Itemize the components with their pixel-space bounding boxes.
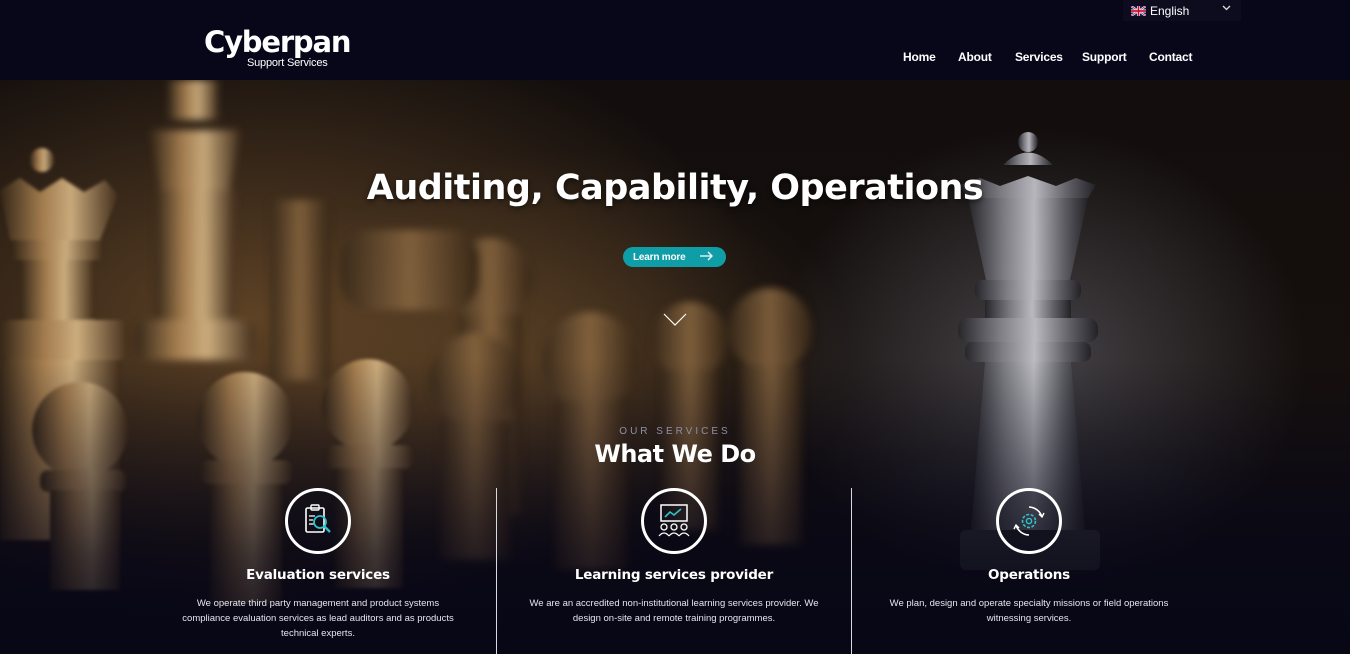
service-description: We plan, design and operate specialty mi…	[889, 598, 1169, 624]
site-logo[interactable]: Cyberpan Support Services	[204, 25, 351, 72]
chevron-down-icon	[1222, 3, 1231, 14]
services-eyebrow: OUR SERVICES	[619, 426, 731, 437]
service-description: We operate third party management and pr…	[182, 598, 454, 639]
scroll-down-chevron-icon[interactable]	[663, 313, 687, 332]
service-description: We are an accredited non-institutional l…	[529, 598, 819, 624]
services-title: What We Do	[594, 440, 756, 468]
service-card-evaluation: Evaluation services We operate third par…	[168, 488, 468, 641]
language-selector[interactable]: English	[1123, 0, 1241, 21]
learn-more-label: Learn more	[633, 251, 686, 263]
training-presentation-icon	[641, 488, 707, 554]
column-divider	[496, 488, 497, 654]
language-label: English	[1150, 3, 1190, 18]
nav-services[interactable]: Services	[1015, 50, 1063, 64]
arrow-right-icon	[699, 250, 714, 265]
hero-headline: Auditing, Capability, Operations	[366, 168, 984, 208]
logo-tagline: Support Services	[247, 57, 328, 69]
service-name: Learning services provider	[574, 567, 774, 583]
uk-flag-icon	[1131, 5, 1146, 16]
service-name: Operations	[987, 567, 1071, 583]
logo-wordmark: Cyberpan	[204, 25, 351, 59]
audit-magnifier-icon	[285, 488, 351, 554]
learn-more-button[interactable]: Learn more	[623, 247, 726, 267]
column-divider	[851, 488, 852, 654]
nav-support[interactable]: Support	[1082, 50, 1127, 64]
service-name: Evaluation services	[246, 567, 390, 583]
service-card-operations: Operations We plan, design and operate s…	[879, 488, 1179, 626]
nav-about[interactable]: About	[958, 50, 992, 64]
nav-contact[interactable]: Contact	[1149, 50, 1192, 64]
service-card-learning: Learning services provider We are an acc…	[524, 488, 824, 626]
nav-home[interactable]: Home	[903, 50, 936, 64]
operations-gear-icon	[996, 488, 1062, 554]
